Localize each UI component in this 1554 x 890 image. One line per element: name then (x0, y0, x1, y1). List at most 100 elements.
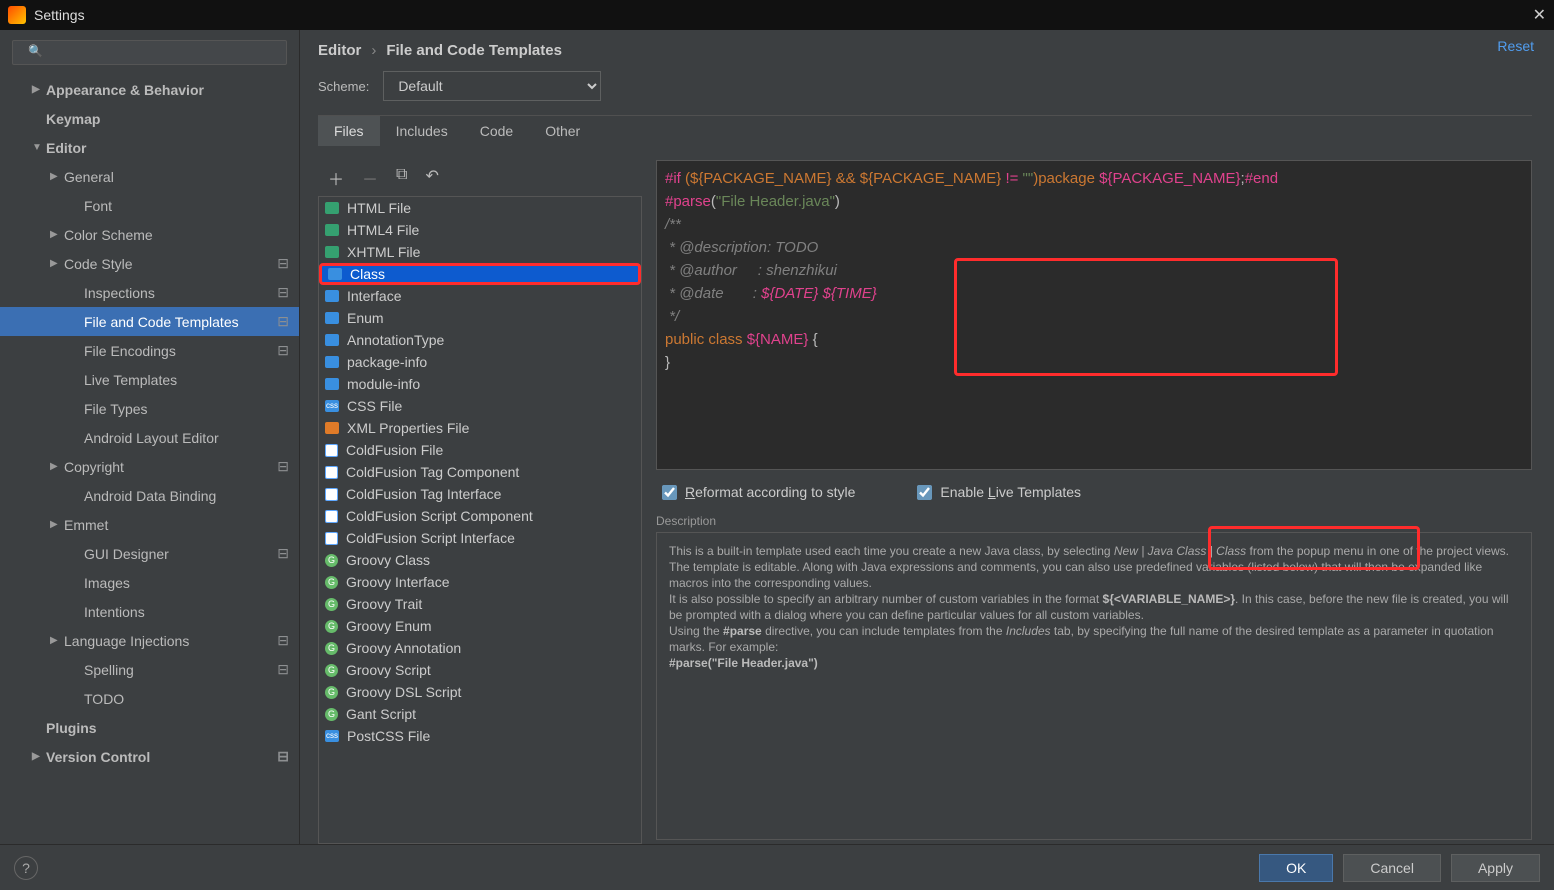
reformat-checkbox[interactable]: Reformat according to style (662, 484, 855, 500)
template-item-groovy-script[interactable]: GGroovy Script (319, 659, 641, 681)
template-item-xhtml-file[interactable]: XHTML File (319, 241, 641, 263)
sidebar-item-copyright[interactable]: ▶Copyright⊟ (0, 452, 299, 481)
sidebar-item-plugins[interactable]: Plugins (0, 713, 299, 742)
sidebar-item-emmet[interactable]: ▶Emmet (0, 510, 299, 539)
template-item-coldfusion-script-interface[interactable]: ColdFusion Script Interface (319, 527, 641, 549)
sidebar-item-android-data-binding[interactable]: Android Data Binding (0, 481, 299, 510)
sidebar-item-version-control[interactable]: ▶Version Control⊟ (0, 742, 299, 771)
file-type-icon (325, 532, 338, 545)
sidebar-item-live-templates[interactable]: Live Templates (0, 365, 299, 394)
file-type-icon (325, 202, 339, 214)
chevron-icon: ▶ (50, 229, 64, 240)
template-item-html-file[interactable]: HTML File (319, 197, 641, 219)
template-item-label: Enum (347, 310, 384, 326)
sidebar-item-todo[interactable]: TODO (0, 684, 299, 713)
template-item-coldfusion-script-component[interactable]: ColdFusion Script Component (319, 505, 641, 527)
template-item-label: CSS File (347, 398, 402, 414)
tab-other[interactable]: Other (529, 116, 596, 146)
sidebar-item-label: Copyright (64, 459, 124, 475)
enable-live-templates-checkbox[interactable]: Enable Live Templates (917, 484, 1081, 500)
scope-icon: ⊟ (277, 661, 289, 678)
remove-template-icon[interactable]: － (362, 166, 378, 190)
sidebar-item-label: Language Injections (64, 633, 189, 649)
apply-button[interactable]: Apply (1451, 854, 1540, 882)
add-template-icon[interactable]: ＋ (328, 166, 344, 190)
sidebar-item-editor[interactable]: ▼Editor (0, 133, 299, 162)
sidebar-item-gui-designer[interactable]: GUI Designer⊟ (0, 539, 299, 568)
sidebar-item-label: Images (84, 575, 130, 591)
ok-button[interactable]: OK (1259, 854, 1333, 882)
tab-code[interactable]: Code (464, 116, 529, 146)
template-item-html4-file[interactable]: HTML4 File (319, 219, 641, 241)
sidebar-item-file-and-code-templates[interactable]: File and Code Templates⊟ (0, 307, 299, 336)
sidebar-item-label: Intentions (84, 604, 145, 620)
scheme-select[interactable]: Default (383, 71, 601, 101)
sidebar-item-file-encodings[interactable]: File Encodings⊟ (0, 336, 299, 365)
template-item-groovy-trait[interactable]: GGroovy Trait (319, 593, 641, 615)
template-item-postcss-file[interactable]: cssPostCSS File (319, 725, 641, 747)
app-icon (8, 6, 26, 24)
sidebar-item-font[interactable]: Font (0, 191, 299, 220)
template-item-package-info[interactable]: package-info (319, 351, 641, 373)
sidebar-item-label: Version Control (46, 749, 150, 765)
template-item-label: HTML File (347, 200, 411, 216)
template-item-coldfusion-tag-interface[interactable]: ColdFusion Tag Interface (319, 483, 641, 505)
sidebar-item-label: Code Style (64, 256, 132, 272)
sidebar-item-label: Live Templates (84, 372, 177, 388)
sidebar-item-file-types[interactable]: File Types (0, 394, 299, 423)
template-item-interface[interactable]: Interface (319, 285, 641, 307)
template-item-label: module-info (347, 376, 420, 392)
template-item-groovy-dsl-script[interactable]: GGroovy DSL Script (319, 681, 641, 703)
template-item-groovy-annotation[interactable]: GGroovy Annotation (319, 637, 641, 659)
sidebar-item-label: File and Code Templates (84, 314, 239, 330)
file-type-icon: G (325, 598, 338, 611)
template-item-gant-script[interactable]: GGant Script (319, 703, 641, 725)
template-item-enum[interactable]: Enum (319, 307, 641, 329)
template-item-class[interactable]: Class (319, 263, 641, 285)
template-editor[interactable]: #if (${PACKAGE_NAME} && ${PACKAGE_NAME} … (656, 160, 1532, 470)
sidebar-item-label: File Types (84, 401, 148, 417)
template-item-coldfusion-file[interactable]: ColdFusion File (319, 439, 641, 461)
template-item-annotationtype[interactable]: AnnotationType (319, 329, 641, 351)
reset-link[interactable]: Reset (1497, 38, 1534, 54)
scope-icon: ⊟ (277, 545, 289, 562)
sidebar-item-spelling[interactable]: Spelling⊟ (0, 655, 299, 684)
close-icon[interactable]: ✕ (1533, 5, 1546, 25)
help-button[interactable]: ? (14, 856, 38, 880)
template-item-label: Gant Script (346, 706, 416, 722)
sidebar-item-inspections[interactable]: Inspections⊟ (0, 278, 299, 307)
sidebar-item-keymap[interactable]: Keymap (0, 104, 299, 133)
file-type-icon: css (325, 730, 339, 742)
template-item-groovy-class[interactable]: GGroovy Class (319, 549, 641, 571)
copy-template-icon[interactable]: ⧉ (396, 166, 407, 190)
settings-sidebar: ▶Appearance & BehaviorKeymap▼Editor▶Gene… (0, 30, 300, 844)
template-item-css-file[interactable]: css CSS File (319, 395, 641, 417)
file-type-icon: G (325, 686, 338, 699)
sidebar-item-appearance-behavior[interactable]: ▶Appearance & Behavior (0, 75, 299, 104)
template-item-xml-properties-file[interactable]: XML Properties File (319, 417, 641, 439)
crumb-editor[interactable]: Editor (318, 42, 361, 59)
template-item-coldfusion-tag-component[interactable]: ColdFusion Tag Component (319, 461, 641, 483)
cancel-button[interactable]: Cancel (1343, 854, 1441, 882)
sidebar-item-android-layout-editor[interactable]: Android Layout Editor (0, 423, 299, 452)
template-item-label: ColdFusion Tag Interface (346, 486, 501, 502)
file-type-icon: css (325, 400, 339, 412)
sidebar-item-code-style[interactable]: ▶Code Style⊟ (0, 249, 299, 278)
template-item-groovy-interface[interactable]: GGroovy Interface (319, 571, 641, 593)
sidebar-item-images[interactable]: Images (0, 568, 299, 597)
tab-files[interactable]: Files (318, 116, 380, 146)
template-item-groovy-enum[interactable]: GGroovy Enum (319, 615, 641, 637)
file-type-icon (325, 422, 339, 434)
sidebar-item-general[interactable]: ▶General (0, 162, 299, 191)
revert-template-icon[interactable]: ↶ (425, 166, 438, 190)
sidebar-item-label: Editor (46, 140, 86, 156)
sidebar-item-language-injections[interactable]: ▶Language Injections⊟ (0, 626, 299, 655)
scope-icon: ⊟ (277, 255, 289, 272)
sidebar-item-color-scheme[interactable]: ▶Color Scheme (0, 220, 299, 249)
sidebar-item-intentions[interactable]: Intentions (0, 597, 299, 626)
tab-includes[interactable]: Includes (380, 116, 464, 146)
search-input[interactable] (12, 40, 287, 65)
template-item-module-info[interactable]: module-info (319, 373, 641, 395)
sidebar-item-label: TODO (84, 691, 124, 707)
file-type-icon (325, 290, 339, 302)
